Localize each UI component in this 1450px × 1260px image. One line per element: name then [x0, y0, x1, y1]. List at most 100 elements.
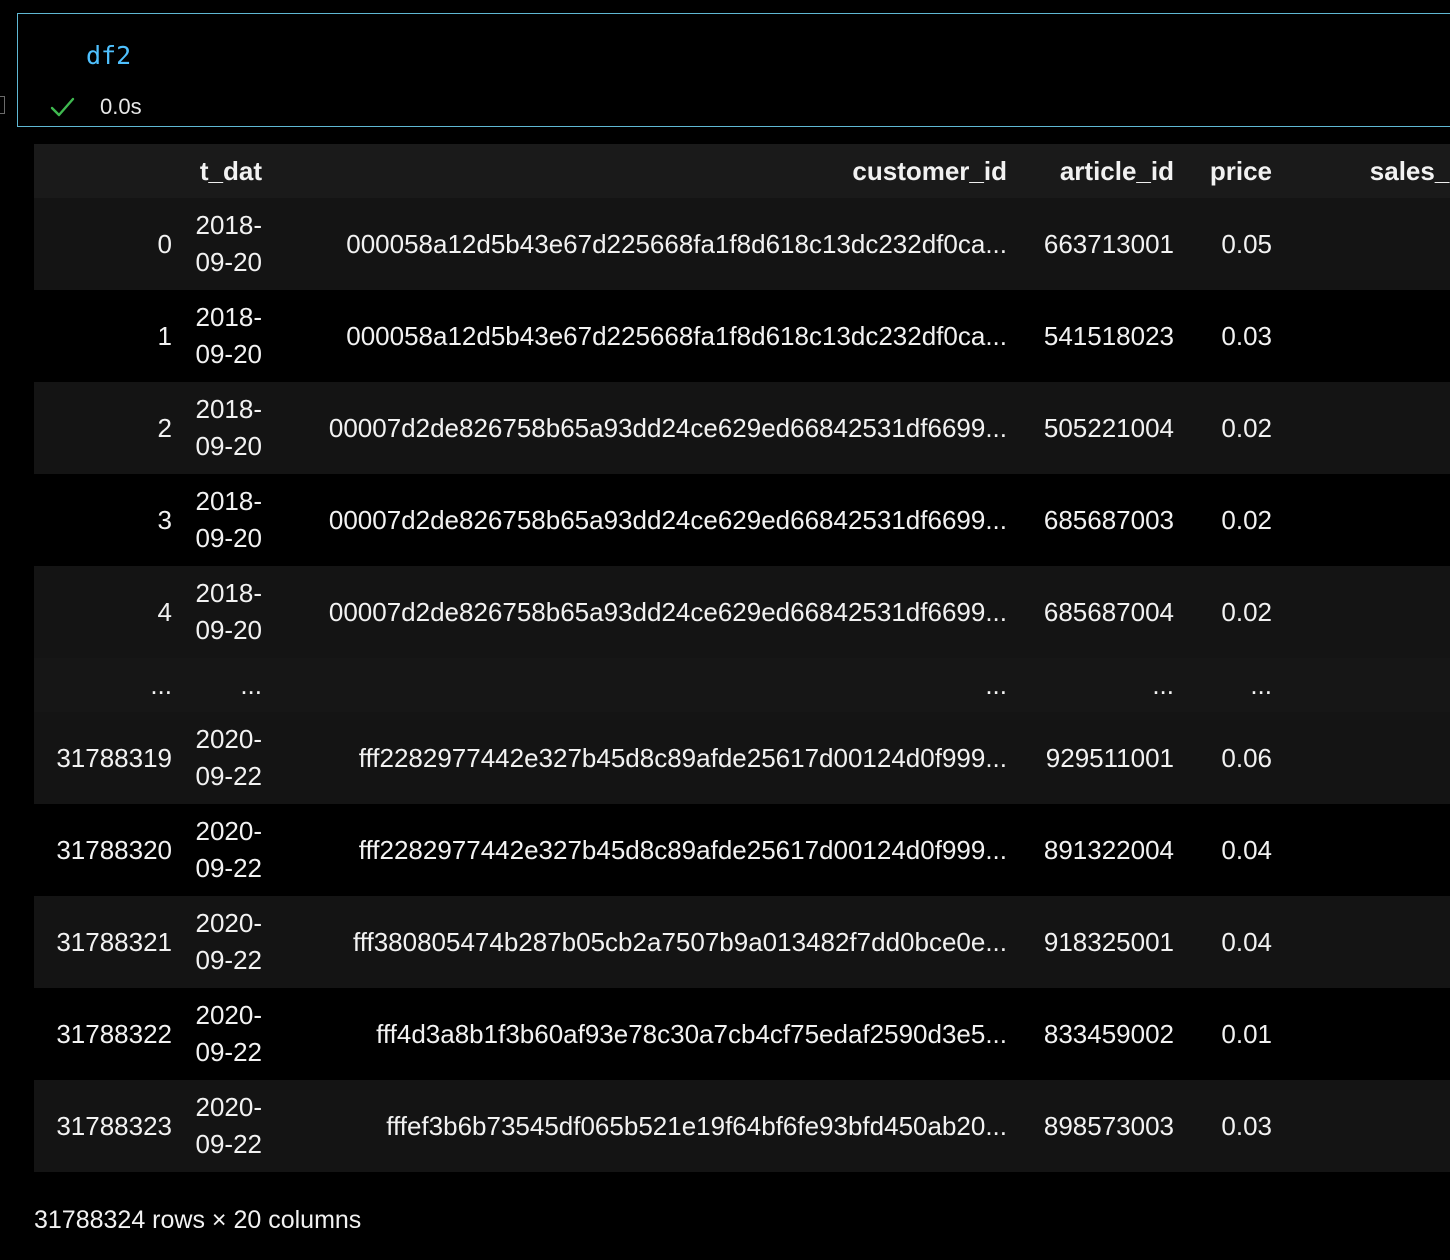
cell-sales_channel	[1286, 988, 1450, 1080]
cell-t_dat-monthday: 09-20	[195, 615, 263, 645]
cell-customer_id: fff4d3a8b1f3b60af93e78c30a7cb4cf75edaf25…	[376, 1018, 1007, 1049]
cell-article_id: 541518023	[1043, 320, 1174, 351]
cell-article_id: 833459002	[1043, 1018, 1174, 1049]
table-row: 31788322 2020- 09-22 fff4d3a8b1f3b60af93e78…	[34, 988, 1450, 1080]
cell-article_id: 891322004	[1043, 834, 1174, 865]
cell-article_id: 929511001	[1045, 742, 1174, 773]
row-index: 31788322	[56, 1018, 172, 1049]
column-header-t_dat: t_dat	[199, 155, 262, 186]
cell-t_dat-monthday: 09-20	[195, 339, 263, 369]
cell-price: 0.01	[1221, 1018, 1272, 1049]
cell-t_dat-year: 2018-	[195, 578, 263, 608]
cell-price: 0.02	[1221, 596, 1272, 627]
cell-price: 0.04	[1221, 926, 1272, 957]
execution-status: 0.0s	[48, 92, 142, 122]
ellipsis-price: ...	[1250, 669, 1272, 700]
cell-output: t_dat customer_id article_id price sales…	[34, 144, 1450, 1172]
row-index: 31788323	[56, 1110, 172, 1141]
cell-t_dat: 2018- 09-20	[186, 474, 276, 566]
cell-customer_id: fff380805474b287b05cb2a7507b9a013482f7dd…	[352, 926, 1007, 957]
cell-customer_id: fff2282977442e327b45d8c89afde25617d00124…	[358, 834, 1007, 865]
cell-price: 0.04	[1221, 834, 1272, 865]
notebook-code-cell[interactable]: df2 0.0s	[17, 13, 1450, 127]
cell-sales_channel	[1286, 382, 1450, 474]
cell-t_dat-year: 2020-	[195, 1092, 263, 1122]
row-index: 1	[157, 320, 172, 351]
cell-t_dat: 2020- 09-22	[186, 804, 276, 896]
column-header-price: price	[1209, 155, 1272, 186]
cell-customer_id: fff2282977442e327b45d8c89afde25617d00124…	[358, 742, 1007, 773]
table-row: 31788323 2020- 09-22 fffef3b6b73545df065b52…	[34, 1080, 1450, 1172]
cell-t_dat: 2020- 09-22	[186, 712, 276, 804]
row-index: 2	[157, 412, 172, 443]
table-row: 31788320 2020- 09-22 fff2282977442e327b45d8…	[34, 804, 1450, 896]
cell-t_dat: 2018- 09-20	[186, 290, 276, 382]
cell-sales_channel	[1286, 290, 1450, 382]
cell-t_dat-monthday: 09-20	[195, 523, 263, 553]
table-row: 0 2018- 09-20 000058a12d5b43e67d225668fa1f8…	[34, 198, 1450, 290]
ellipsis-article_id: ...	[1152, 669, 1174, 700]
ellipsis-sales_channel	[1286, 658, 1450, 712]
cell-customer_id: 00007d2de826758b65a93dd24ce629ed66842531…	[328, 412, 1007, 443]
cell-t_dat-monthday: 09-22	[195, 761, 263, 791]
cell-gutter-marker	[0, 96, 5, 114]
execution-time: 0.0s	[100, 94, 142, 119]
cell-t_dat-monthday: 09-22	[195, 1129, 263, 1159]
cell-article_id: 898573003	[1043, 1110, 1174, 1141]
cell-t_dat-year: 2020-	[195, 908, 263, 938]
ellipsis-customer_id: ...	[985, 669, 1007, 700]
ellipsis-t_dat: ...	[240, 669, 262, 700]
dataframe-shape-summary: 31788324 rows × 20 columns	[34, 1206, 362, 1234]
row-index: 31788319	[56, 742, 172, 773]
ellipsis-index: ...	[150, 669, 172, 700]
code-text[interactable]: df2	[86, 41, 131, 70]
cell-t_dat-year: 2020-	[195, 724, 263, 754]
row-index: 31788321	[56, 926, 172, 957]
row-index: 31788320	[56, 834, 172, 865]
table-ellipsis-row: ...............	[34, 658, 1450, 712]
cell-price: 0.02	[1221, 412, 1272, 443]
code-editor[interactable]: df2	[86, 42, 131, 70]
cell-sales_channel	[1286, 566, 1450, 658]
cell-customer_id: 000058a12d5b43e67d225668fa1f8d618c13dc23…	[346, 320, 1007, 351]
cell-t_dat: 2018- 09-20	[186, 566, 276, 658]
column-header-sales_channel: sales_chan	[1369, 155, 1450, 186]
cell-sales_channel	[1286, 804, 1450, 896]
column-header-customer_id: customer_id	[852, 155, 1007, 186]
cell-customer_id: fffef3b6b73545df065b521e19f64bf6fe93bfd4…	[386, 1110, 1007, 1141]
cell-customer_id: 00007d2de826758b65a93dd24ce629ed66842531…	[328, 596, 1007, 627]
cell-t_dat: 2018- 09-20	[186, 382, 276, 474]
cell-price: 0.06	[1221, 742, 1272, 773]
cell-t_dat: 2018- 09-20	[186, 198, 276, 290]
cell-t_dat: 2020- 09-22	[186, 896, 276, 988]
cell-sales_channel	[1286, 198, 1450, 290]
table-row: 2 2018- 09-20 00007d2de826758b65a93dd24ce62…	[34, 382, 1450, 474]
cell-sales_channel	[1286, 896, 1450, 988]
checkmark-icon	[50, 97, 75, 117]
cell-t_dat-year: 2020-	[195, 816, 263, 846]
cell-sales_channel	[1286, 712, 1450, 804]
cell-article_id: 663713001	[1043, 228, 1174, 259]
cell-t_dat: 2020- 09-22	[186, 1080, 276, 1172]
cell-article_id: 505221004	[1043, 412, 1174, 443]
column-header-index	[34, 144, 186, 198]
cell-price: 0.05	[1221, 228, 1272, 259]
table-row: 4 2018- 09-20 00007d2de826758b65a93dd24ce62…	[34, 566, 1450, 658]
cell-customer_id: 00007d2de826758b65a93dd24ce629ed66842531…	[328, 504, 1007, 535]
cell-article_id: 685687003	[1043, 504, 1174, 535]
cell-price: 0.02	[1221, 504, 1272, 535]
cell-price: 0.03	[1221, 320, 1272, 351]
cell-article_id: 918325001	[1043, 926, 1174, 957]
cell-t_dat-monthday: 09-22	[195, 945, 263, 975]
cell-t_dat-monthday: 09-20	[195, 431, 263, 461]
row-index: 4	[157, 596, 172, 627]
cell-t_dat-year: 2020-	[195, 1000, 263, 1030]
column-header-article_id: article_id	[1059, 155, 1174, 186]
cell-sales_channel	[1286, 474, 1450, 566]
table-row: 3 2018- 09-20 00007d2de826758b65a93dd24ce62…	[34, 474, 1450, 566]
cell-price: 0.03	[1221, 1110, 1272, 1141]
row-index: 3	[157, 504, 172, 535]
cell-t_dat-monthday: 09-22	[195, 853, 263, 883]
table-header-row: t_dat customer_id article_id price sales…	[34, 144, 1450, 198]
cell-article_id: 685687004	[1043, 596, 1174, 627]
